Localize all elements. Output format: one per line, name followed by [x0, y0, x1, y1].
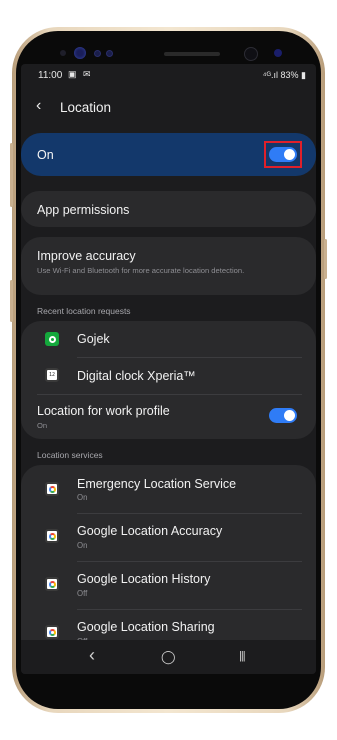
battery-icon: ▮ — [301, 70, 306, 80]
sensor-bar — [56, 44, 292, 64]
improve-accuracy-title: Improve accuracy — [37, 249, 136, 263]
list-item-google-location-accuracy[interactable]: Google Location Accuracy On — [21, 514, 316, 561]
app-permissions-row[interactable]: App permissions — [21, 191, 316, 227]
notification-icons: ▣ ✉ — [68, 69, 93, 79]
gojek-icon — [45, 332, 59, 346]
chevron-left-icon[interactable]: ‹ — [36, 97, 41, 115]
earpiece-speaker — [164, 52, 220, 56]
list-item-google-location-history[interactable]: Google Location History Off — [21, 562, 316, 609]
status-bar: 11:00 ▣ ✉ ⁴ᴳ.ıl 83% ▮ — [21, 64, 316, 86]
status-right: ⁴ᴳ.ıl 83% ▮ — [263, 70, 306, 81]
service-status: Off — [77, 589, 88, 598]
navigation-bar: ‹ ◯ ||| — [21, 640, 316, 674]
nav-home-icon[interactable]: ◯ — [161, 649, 176, 665]
app-permissions-label: App permissions — [37, 203, 130, 217]
work-profile-status: On — [37, 421, 48, 430]
list-item-gojek[interactable]: Gojek — [21, 321, 316, 357]
work-profile-row[interactable]: Location for work profile On — [21, 395, 316, 439]
work-profile-title: Location for work profile — [37, 404, 170, 418]
google-icon — [45, 577, 59, 591]
google-icon — [45, 482, 59, 496]
improve-accuracy-subtitle: Use Wi-Fi and Bluetooth for more accurat… — [37, 266, 245, 275]
google-icon — [45, 529, 59, 543]
recent-requests-header: Recent location requests — [37, 306, 131, 316]
iris-camera-icon — [274, 49, 282, 57]
list-item-emergency-location[interactable]: Emergency Location Service On — [21, 465, 316, 513]
power-button — [324, 239, 327, 279]
highlight-box — [264, 141, 302, 168]
service-title: Google Location Sharing — [77, 620, 215, 634]
google-icon — [45, 625, 59, 639]
nav-recents-icon[interactable]: ||| — [239, 650, 246, 662]
master-toggle-label: On — [37, 148, 54, 162]
volume-button — [10, 280, 13, 322]
sensor-dot-icon — [94, 50, 101, 57]
list-item-digital-clock[interactable]: 12 Digital clock Xperia™ — [21, 358, 316, 394]
service-status: On — [77, 541, 88, 550]
iris-scanner-icon — [74, 47, 86, 59]
recent-requests-card: Gojek 12 Digital clock Xperia™ Location … — [21, 321, 316, 439]
bixby-button — [10, 143, 13, 207]
gojek-label: Gojek — [77, 332, 110, 346]
toggle-knob — [284, 410, 295, 421]
digital-clock-icon: 12 — [45, 368, 59, 382]
front-camera-icon — [244, 47, 258, 61]
digital-clock-label: Digital clock Xperia™ — [77, 369, 196, 383]
service-title: Google Location Accuracy — [77, 524, 223, 538]
page-title: Location — [60, 100, 112, 115]
proximity-sensor-icon — [60, 50, 66, 56]
improve-accuracy-row[interactable]: Improve accuracy Use Wi-Fi and Bluetooth… — [21, 237, 316, 295]
status-time: 11:00 — [38, 70, 63, 81]
nav-back-icon[interactable]: ‹ — [89, 645, 95, 666]
service-title: Google Location History — [77, 572, 211, 586]
battery-percent: 83% — [280, 70, 299, 80]
location-services-card: Emergency Location Service On Google Loc… — [21, 465, 316, 665]
work-profile-toggle[interactable] — [269, 408, 297, 423]
signal-icon: ⁴ᴳ.ıl — [262, 70, 278, 80]
sensor-dot-icon — [106, 50, 113, 57]
location-services-header: Location services — [37, 450, 103, 460]
screen: 11:00 ▣ ✉ ⁴ᴳ.ıl 83% ▮ ‹ Location On App … — [21, 64, 316, 674]
app-header: ‹ Location — [21, 94, 316, 122]
service-title: Emergency Location Service — [77, 477, 237, 491]
service-status: On — [77, 493, 88, 502]
